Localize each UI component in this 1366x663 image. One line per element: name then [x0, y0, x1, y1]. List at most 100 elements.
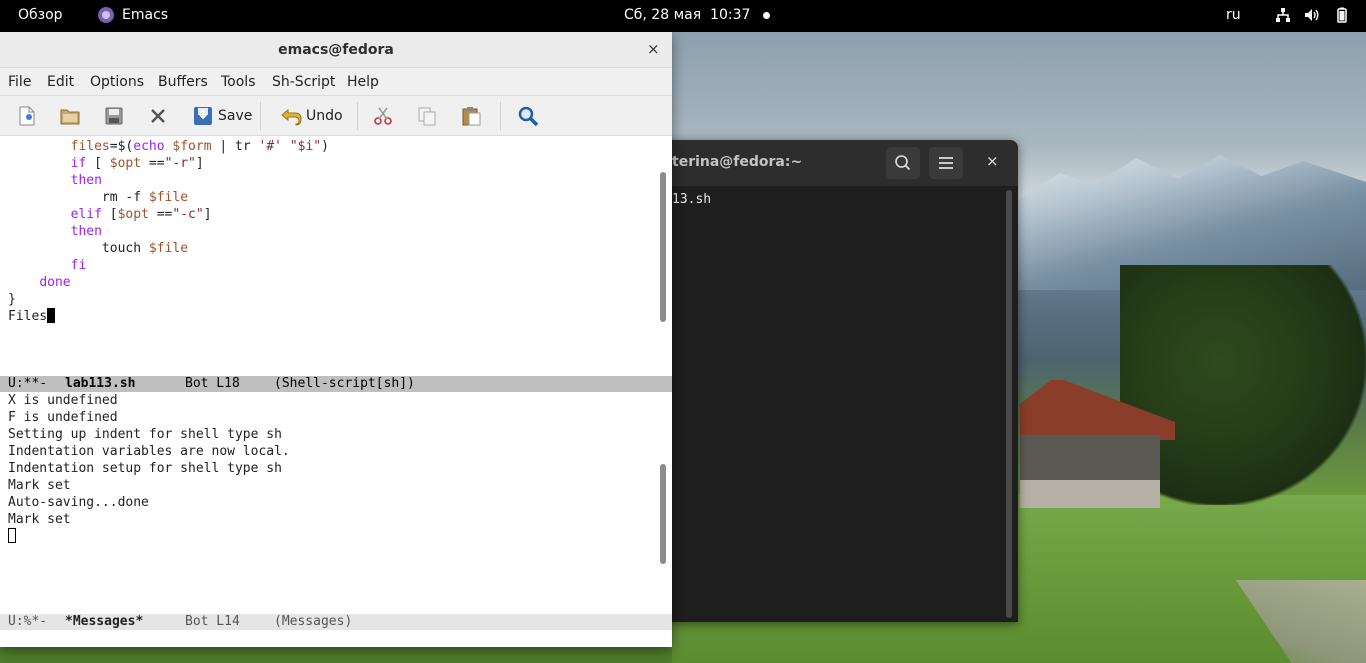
code-line-2: if [ $opt =="-r"]	[70, 156, 204, 171]
minibuffer[interactable]	[0, 630, 672, 647]
magnifier-icon	[518, 106, 539, 127]
terminal-output[interactable]: 13.sh	[640, 186, 1018, 622]
paste-button[interactable]	[460, 104, 482, 128]
terminal-search-button[interactable]	[886, 147, 920, 179]
battery-icon[interactable]	[1334, 7, 1350, 23]
message-line: Mark set	[8, 478, 71, 493]
message-line: Setting up indent for shell type sh	[8, 427, 282, 442]
message-line: Mark set	[8, 512, 71, 527]
volume-icon[interactable]	[1304, 7, 1320, 23]
search-button[interactable]	[517, 104, 539, 128]
code-line-6: then	[70, 224, 102, 239]
modeline-major-mode[interactable]: (Shell-script[sh])	[274, 376, 415, 392]
terminal-window[interactable]: terina@fedora:~ × 13.sh	[640, 140, 1018, 622]
menu-edit[interactable]: Edit	[47, 74, 74, 90]
messages-buffer[interactable]: X is undefined F is undefined Setting up…	[0, 392, 672, 614]
new-file-icon	[19, 106, 35, 126]
code-area[interactable]: files=$(echo $form | tr '#' "$i") if [ $…	[8, 138, 329, 325]
modeline-buffer-name[interactable]: *Messages*	[65, 614, 143, 630]
disk-icon	[105, 107, 123, 125]
copy-icon	[418, 107, 436, 126]
keyboard-layout-indicator[interactable]: ru	[1226, 7, 1241, 23]
undo-label: Undo	[306, 108, 343, 124]
folder-icon	[60, 109, 80, 125]
clipboard-icon	[462, 107, 481, 126]
modeline-top[interactable]: U:**- lab113.sh Bot L18 (Shell-script[sh…	[0, 376, 672, 392]
toolbar-separator	[500, 102, 501, 130]
modeline-status: U:%*-	[8, 614, 48, 629]
hamburger-menu-icon	[939, 157, 953, 169]
code-line-1: files=$(echo $form | tr '#' "$i")	[70, 139, 329, 154]
text-cursor	[47, 308, 56, 323]
menu-file[interactable]: File	[8, 74, 31, 90]
menu-bar: File Edit Options Buffers Tools Sh-Scrip…	[0, 68, 672, 96]
editor-buffer-lab113[interactable]: files=$(echo $form | tr '#' "$i") if [ $…	[0, 136, 672, 376]
top-bar: Обзор Emacs Сб, 28 мая 10:37 ru	[0, 0, 1366, 32]
terminal-scrollbar[interactable]	[1006, 190, 1012, 618]
menu-tools[interactable]: Tools	[221, 74, 256, 90]
message-line: Auto-saving...done	[8, 495, 149, 510]
code-line-8: fi	[70, 258, 87, 273]
code-line-7: touch $file	[8, 241, 189, 256]
toolbar-separator	[357, 102, 358, 130]
modeline-major-mode[interactable]: (Messages)	[274, 614, 352, 630]
menu-sh-script[interactable]: Sh-Script	[272, 74, 335, 90]
message-line: X is undefined	[8, 393, 118, 408]
network-icon[interactable]	[1275, 7, 1291, 23]
terminal-title: terina@fedora:~	[672, 154, 803, 170]
editor-scrollbar[interactable]	[656, 136, 670, 376]
cut-button[interactable]	[372, 104, 394, 128]
toolbar: Save Undo	[0, 96, 672, 136]
copy-button[interactable]	[416, 104, 438, 128]
message-line: Indentation variables are now local.	[8, 444, 290, 459]
terminal-line: 13.sh	[672, 192, 712, 207]
editor-scroll-thumb[interactable]	[660, 172, 666, 322]
hollow-cursor	[8, 528, 16, 543]
window-close-button[interactable]: ×	[647, 40, 660, 58]
modeline-buffer-name[interactable]: lab113.sh	[65, 376, 135, 392]
app-menu[interactable]: Emacs	[98, 7, 168, 23]
code-line-3: then	[70, 173, 102, 188]
undo-button[interactable]: Undo	[280, 104, 343, 128]
modeline-position: Bot L18	[185, 376, 240, 391]
open-folder-button[interactable]	[59, 104, 81, 128]
code-line-11: Files	[8, 308, 56, 324]
messages-scrollbar[interactable]	[656, 392, 670, 614]
messages-area[interactable]: X is undefined F is undefined Setting up…	[8, 392, 290, 545]
clock[interactable]: Сб, 28 мая 10:37	[624, 7, 750, 23]
code-line-4: rm -f $file	[8, 190, 189, 205]
terminal-menu-button[interactable]	[929, 147, 963, 179]
terminal-close-button[interactable]: ×	[986, 152, 999, 170]
code-line-10: }	[8, 292, 16, 307]
scissors-icon	[374, 107, 392, 125]
activities-button[interactable]: Обзор	[18, 7, 63, 23]
window-title: emacs@fedora	[278, 42, 394, 58]
emacs-app-icon	[98, 7, 114, 23]
emacs-titlebar[interactable]: emacs@fedora ×	[0, 32, 672, 68]
code-line-9: done	[39, 275, 71, 290]
notification-dot-icon	[763, 12, 770, 19]
toolbar-separator	[260, 102, 261, 130]
close-icon	[151, 109, 165, 123]
menu-options[interactable]: Options	[90, 74, 144, 90]
save-file-button[interactable]	[103, 104, 125, 128]
save-button[interactable]: Save	[192, 104, 252, 128]
search-icon	[895, 155, 911, 171]
new-file-button[interactable]	[16, 104, 38, 128]
code-line-5: elif [$opt =="-c"]	[70, 207, 212, 222]
undo-icon	[281, 108, 302, 126]
modeline-position: Bot L14	[185, 614, 240, 629]
modeline-status: U:**-	[8, 376, 48, 391]
modeline-bottom[interactable]: U:%*- *Messages* Bot L14 (Messages)	[0, 614, 672, 630]
menu-buffers[interactable]: Buffers	[158, 74, 208, 90]
save-label: Save	[218, 108, 253, 124]
save-icon	[194, 107, 212, 125]
message-line: F is undefined	[8, 410, 118, 425]
app-name: Emacs	[122, 7, 169, 23]
menu-help[interactable]: Help	[347, 74, 379, 90]
terminal-header-bar[interactable]: terina@fedora:~ ×	[640, 140, 1018, 186]
emacs-window[interactable]: emacs@fedora × File Edit Options Buffers…	[0, 32, 672, 647]
message-line: Indentation setup for shell type sh	[8, 461, 282, 476]
close-buffer-button[interactable]	[147, 104, 169, 128]
messages-scroll-thumb[interactable]	[660, 464, 666, 564]
